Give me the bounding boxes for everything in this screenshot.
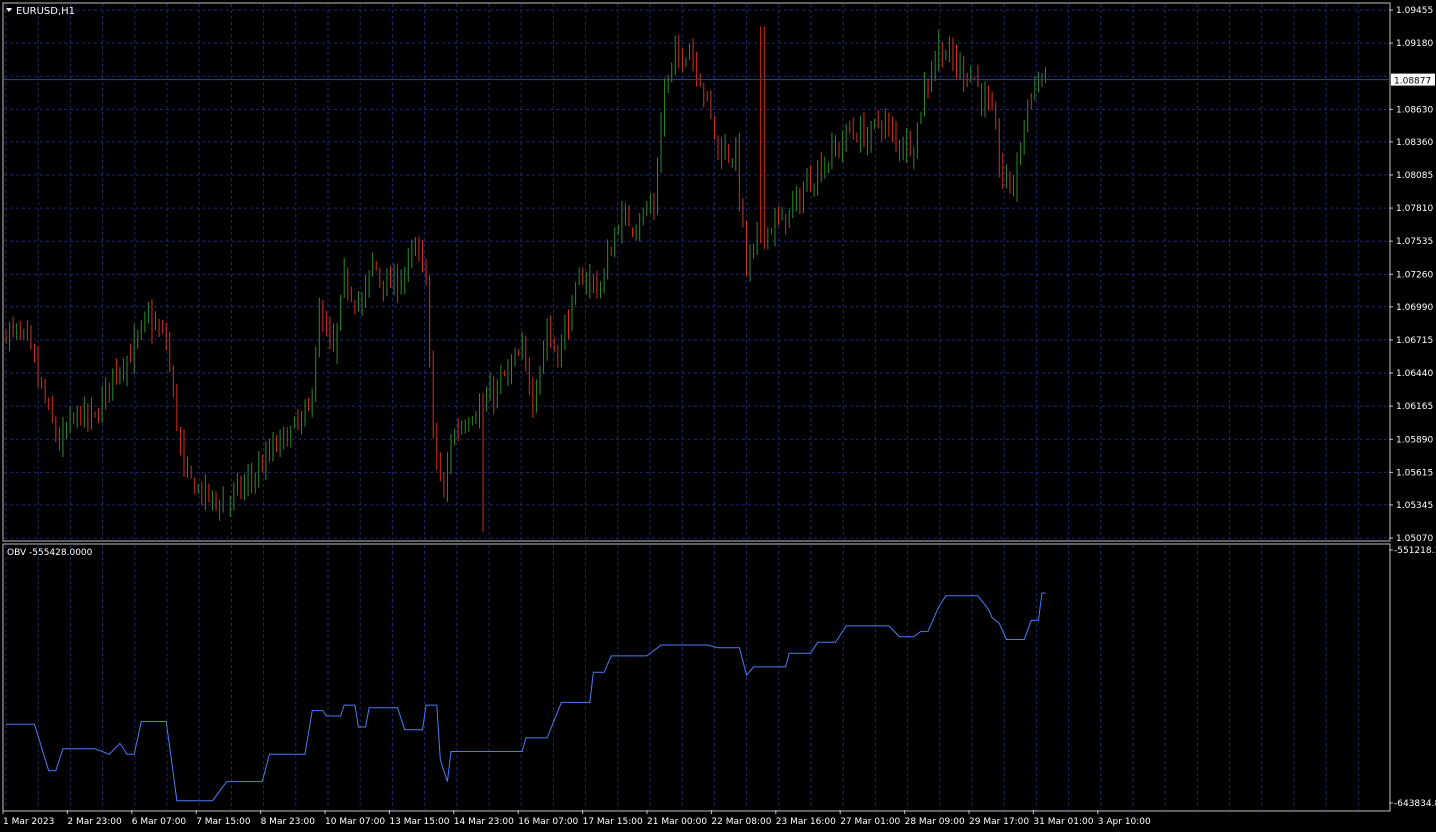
time-tick-label: 23 Mar 16:00 [776, 817, 836, 827]
time-tick-label: 8 Mar 23:00 [261, 817, 316, 827]
time-tick-label: 27 Mar 01:00 [840, 817, 900, 827]
price-tick-label: 1.06990 [1396, 303, 1433, 313]
price-tick-label: 1.06165 [1396, 402, 1433, 412]
time-tick-label: 7 Mar 15:00 [196, 817, 251, 827]
price-tick-label: 1.06715 [1396, 336, 1433, 346]
price-tick-label: 1.06440 [1396, 369, 1433, 379]
obv-tick-label: -643834.8 [1394, 799, 1436, 809]
time-tick-label: 16 Mar 07:00 [518, 817, 578, 827]
time-tick-label: 21 Mar 00:00 [647, 817, 707, 827]
time-tick-label: 13 Mar 15:00 [389, 817, 449, 827]
time-tick-label: 28 Mar 09:00 [905, 817, 965, 827]
price-tick-label: 1.05890 [1396, 435, 1433, 445]
price-tick-label: 1.07535 [1396, 237, 1433, 247]
time-tick-label: 3 Apr 10:00 [1098, 817, 1151, 827]
time-tick-label: 17 Mar 15:00 [583, 817, 643, 827]
time-tick-label: 6 Mar 07:00 [132, 817, 187, 827]
price-tick-label: 1.08360 [1396, 138, 1433, 148]
time-tick-label: 22 Mar 08:00 [711, 817, 771, 827]
symbol-title: EURUSD,H1 [16, 6, 75, 17]
current-price-text: 1.08877 [1394, 77, 1431, 87]
obv-title: OBV -555428.0000 [7, 548, 93, 558]
price-tick-label: 1.09180 [1396, 39, 1433, 49]
chart-background [0, 0, 1436, 832]
price-tick-label: 1.07260 [1396, 270, 1433, 280]
time-tick-label: 10 Mar 07:00 [325, 817, 385, 827]
price-tick-label: 1.07810 [1396, 204, 1433, 214]
price-tick-label: 1.08085 [1396, 171, 1433, 181]
current-price-label: 1.08877 [1391, 73, 1435, 87]
obv-tick-label: -551218.1 [1394, 546, 1436, 556]
time-tick-label: 31 Mar 01:00 [1033, 817, 1093, 827]
price-tick-label: 1.05070 [1396, 534, 1433, 544]
price-tick-label: 1.09455 [1396, 6, 1433, 16]
time-tick-label: 29 Mar 17:00 [969, 817, 1029, 827]
time-tick-label: 1 Mar 2023 [3, 817, 54, 827]
price-tick-label: 1.05345 [1396, 501, 1433, 511]
price-tick-label: 1.05615 [1396, 468, 1433, 478]
price-tick-label: 1.08630 [1396, 105, 1433, 115]
time-tick-label: 14 Mar 23:00 [454, 817, 514, 827]
chart-root: EURUSD,H1 1.09455 1.09180 1.08630 1.08360 1.… [0, 0, 1436, 832]
time-tick-label: 2 Mar 23:00 [67, 817, 122, 827]
